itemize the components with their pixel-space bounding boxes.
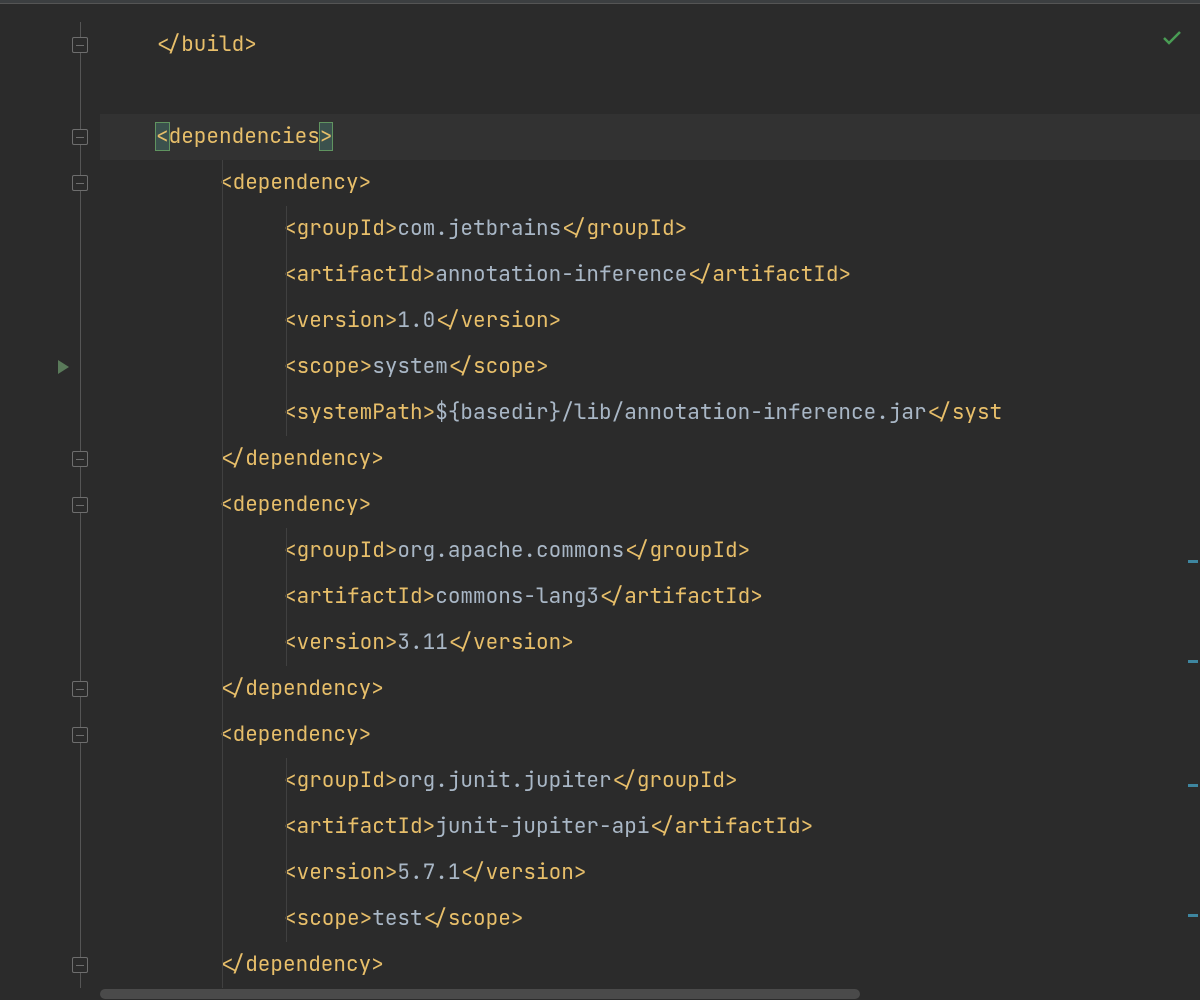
horizontal-scroll-thumb[interactable] <box>100 989 860 999</box>
code-area[interactable]: </build> <dependencies><dependency><grou… <box>100 4 1200 1000</box>
code-line[interactable]: <systemPath>${basedir}/lib/annotation-in… <box>100 390 1200 436</box>
fold-collapse-icon[interactable] <box>72 957 88 973</box>
code-line[interactable]: <dependencies> <box>100 114 1200 160</box>
fold-collapse-icon[interactable] <box>72 681 88 697</box>
run-gutter-icon[interactable] <box>58 360 69 374</box>
fold-collapse-icon[interactable] <box>72 37 88 53</box>
fold-expand-icon[interactable] <box>72 727 88 743</box>
code-editor[interactable]: </build> <dependencies><dependency><grou… <box>0 4 1200 1000</box>
code-line[interactable]: </dependency> <box>100 436 1200 482</box>
code-line[interactable]: </build> <box>100 22 1200 68</box>
code-line[interactable]: <dependency> <box>100 482 1200 528</box>
horizontal-scrollbar[interactable] <box>100 988 1186 1000</box>
fold-expand-icon[interactable] <box>72 129 88 145</box>
code-line[interactable] <box>100 68 1200 114</box>
code-line[interactable]: </dependency> <box>100 666 1200 712</box>
code-line[interactable]: </dependency> <box>100 942 1200 988</box>
code-line[interactable]: <scope>test</scope> <box>100 896 1200 942</box>
fold-expand-icon[interactable] <box>72 497 88 513</box>
code-line[interactable]: <version>3.11</version> <box>100 620 1200 666</box>
code-line[interactable]: <dependency> <box>100 712 1200 758</box>
code-line[interactable]: <artifactId>junit-jupiter-api</artifactI… <box>100 804 1200 850</box>
code-line[interactable]: <scope>system</scope> <box>100 344 1200 390</box>
code-line[interactable]: <artifactId>commons-lang3</artifactId> <box>100 574 1200 620</box>
code-line[interactable]: <artifactId>annotation-inference</artifa… <box>100 252 1200 298</box>
code-line[interactable]: <version>5.7.1</version> <box>100 850 1200 896</box>
code-line[interactable]: <groupId>org.junit.jupiter</groupId> <box>100 758 1200 804</box>
editor-gutter[interactable] <box>0 4 100 1000</box>
code-line[interactable]: <version>1.0</version> <box>100 298 1200 344</box>
fold-expand-icon[interactable] <box>72 175 88 191</box>
code-line[interactable]: <groupId>org.apache.commons</groupId> <box>100 528 1200 574</box>
code-line[interactable]: <groupId>com.jetbrains</groupId> <box>100 206 1200 252</box>
code-line[interactable]: <dependency> <box>100 160 1200 206</box>
fold-collapse-icon[interactable] <box>72 451 88 467</box>
